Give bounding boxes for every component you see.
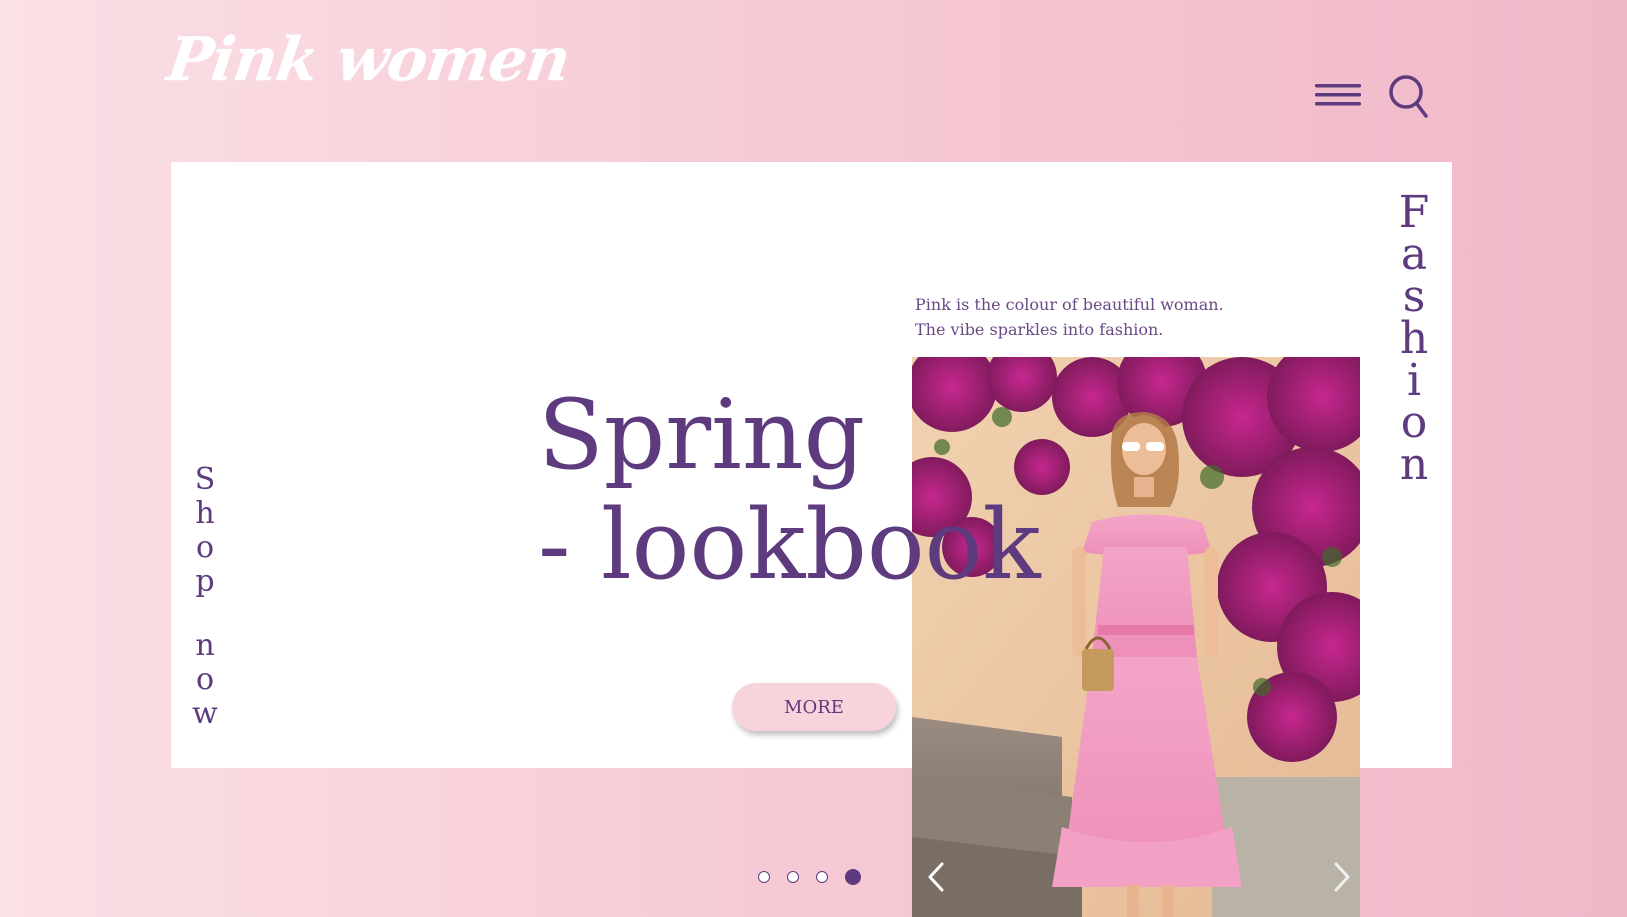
shop-now-letter: o (195, 530, 215, 565)
fashion-vertical-label: F a s h i o n (1390, 187, 1438, 490)
fashion-letter: h (1399, 313, 1429, 364)
hero-tagline: Pink is the colour of beautiful woman. T… (915, 292, 1224, 342)
fashion-letter: F (1398, 187, 1430, 238)
pager-dot-2[interactable] (787, 871, 799, 883)
fashion-letter: o (1400, 397, 1428, 448)
fashion-letter: s (1402, 271, 1426, 322)
fashion-letter: a (1400, 229, 1428, 280)
shop-now-letter: S (194, 462, 216, 497)
hamburger-icon[interactable] (1313, 80, 1363, 110)
pager-dot-3[interactable] (816, 871, 828, 883)
fashion-letter: n (1399, 439, 1429, 490)
shop-now-letter: o (195, 662, 215, 697)
page: { "brand": { "logo_text": "Pink women" }… (0, 0, 1627, 917)
more-button[interactable]: MORE (732, 683, 896, 731)
hero-headline: Spring - lookbook (538, 380, 1041, 600)
tagline-line: Pink is the colour of beautiful woman. (915, 295, 1224, 314)
pager-dot-4-active[interactable] (845, 869, 861, 885)
carousel-pager (758, 869, 861, 885)
shop-now-letter: w (192, 696, 218, 731)
headline-line: - lookbook (538, 489, 1041, 601)
headline-line: Spring (538, 379, 866, 491)
tagline-line: The vibe sparkles into fashion. (915, 320, 1164, 339)
shop-now-letter: h (195, 496, 215, 531)
shop-now-letter: p (195, 564, 215, 599)
chevron-right-icon[interactable] (1330, 860, 1354, 894)
brand-logo[interactable]: Pink women (163, 25, 574, 95)
fashion-letter: i (1406, 355, 1422, 406)
shop-now-vertical-link[interactable]: S h o p n o w (185, 463, 225, 731)
pager-dot-1[interactable] (758, 871, 770, 883)
search-icon[interactable] (1386, 72, 1430, 120)
shop-now-letter: n (195, 628, 215, 663)
chevron-left-icon[interactable] (924, 860, 948, 894)
